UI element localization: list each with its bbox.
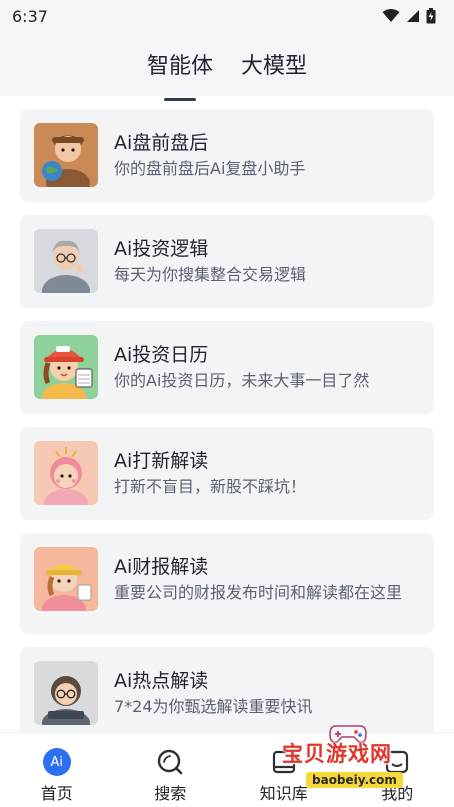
nav-item-search[interactable]: 搜索: [114, 733, 227, 804]
search-icon: [155, 747, 185, 777]
explorer-avatar-icon: [34, 123, 98, 187]
tab-large-models[interactable]: 大模型: [239, 48, 309, 80]
card-title: Ai投资逻辑: [114, 238, 209, 260]
card-description: 每天为你搜集整合交易逻辑: [114, 265, 307, 284]
card-title: Ai打新解读: [114, 450, 209, 472]
ai-badge: Ai: [42, 748, 71, 776]
card-description: 你的盘前盘后Ai复盘小助手: [114, 159, 306, 178]
cap-girl-calendar-avatar-icon: [34, 335, 98, 399]
nav-item-home[interactable]: Ai 首页: [0, 733, 113, 804]
agent-card-financial-report[interactable]: Ai财报解读 重要公司的财报发布时间和解读都在这里: [20, 533, 434, 634]
card-description: 7*24为你甄选解读重要快讯: [114, 697, 313, 716]
nav-label-search: 搜索: [154, 784, 187, 803]
nav-label-home: 首页: [40, 784, 73, 803]
card-description: 你的Ai投资日历，未来大事一目了然: [114, 371, 370, 390]
status-time: 6:37: [12, 6, 48, 26]
site-watermark: 宝贝游戏网 baobeiy.com: [268, 720, 428, 806]
top-tab-bar: 智能体 大模型: [0, 32, 454, 96]
status-icons: [382, 8, 436, 24]
agent-card-ipo[interactable]: Ai打新解读 打新不盲目，新股不踩坑！: [20, 427, 434, 520]
agent-card-investment-calendar[interactable]: Ai投资日历 你的Ai投资日历，未来大事一目了然: [20, 321, 434, 414]
watermark-text: 宝贝游戏网: [282, 742, 392, 766]
card-title: Ai盘前盘后: [114, 132, 209, 154]
card-title: Ai投资日历: [114, 344, 209, 366]
pink-hair-girl-avatar-icon: [34, 441, 98, 505]
ai-home-icon: Ai: [42, 747, 72, 777]
status-bar: 6:37: [0, 0, 454, 32]
battery-icon: [426, 8, 436, 24]
card-description: 重要公司的财报发布时间和解读都在这里: [114, 583, 403, 602]
agent-card-premarket[interactable]: Ai盘前盘后 你的盘前盘后Ai复盘小助手: [20, 109, 434, 202]
tab-agents[interactable]: 智能体: [145, 48, 215, 80]
wifi-icon: [382, 9, 400, 22]
yellow-cap-girl-avatar-icon: [34, 547, 98, 611]
card-description: 打新不盲目，新股不踩坑！: [114, 477, 307, 496]
signal-icon: [407, 10, 419, 22]
elder-thinker-avatar-icon: [34, 229, 98, 293]
watermark-url: baobeiy.com: [306, 772, 403, 788]
agent-card-investment-logic[interactable]: Ai投资逻辑 每天为你搜集整合交易逻辑: [20, 215, 434, 308]
card-title: Ai财报解读: [114, 556, 209, 578]
glasses-girl-avatar-icon: [34, 661, 98, 725]
agent-list: Ai盘前盘后 你的盘前盘后Ai复盘小助手 Ai投资逻辑 每天为你搜集整合交易逻辑: [0, 96, 454, 732]
card-title: Ai热点解读: [114, 670, 209, 692]
